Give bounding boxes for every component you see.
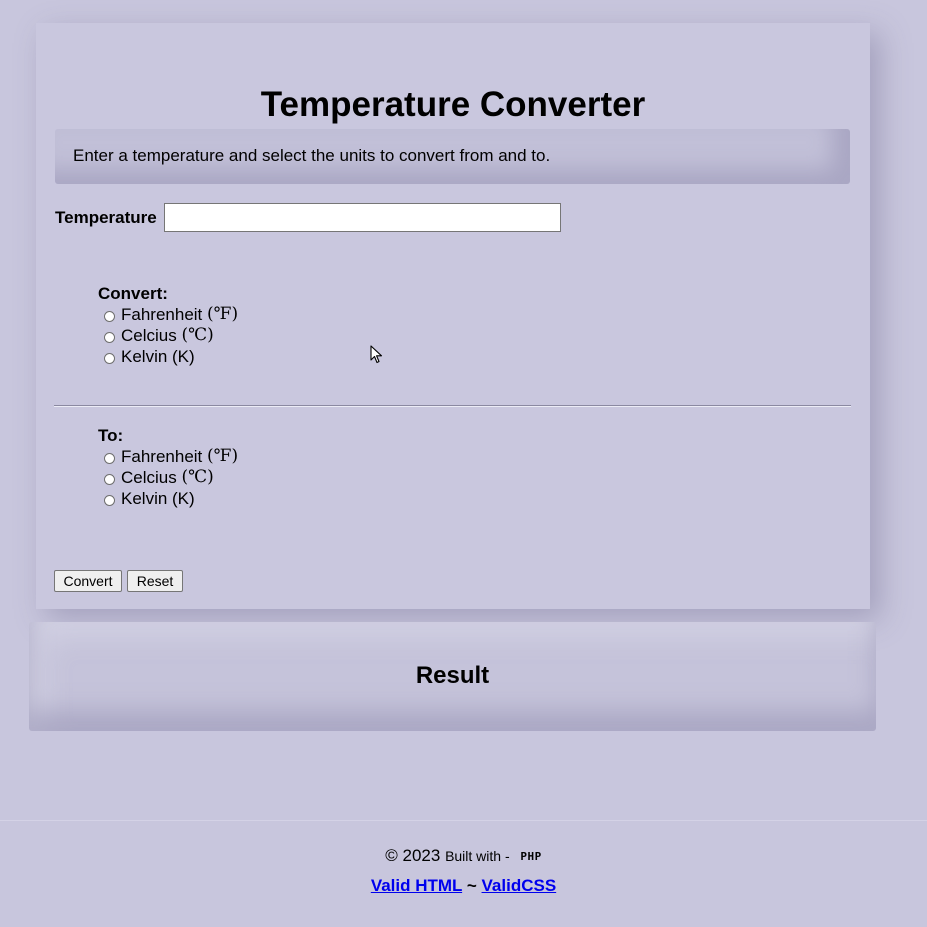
- to-option-kelvin[interactable]: Kelvin (K): [98, 488, 238, 509]
- from-radio-celcius[interactable]: [104, 332, 115, 343]
- page-title: Temperature Converter: [260, 85, 646, 124]
- built-with-text: Built with -: [445, 848, 510, 864]
- result-panel: Result: [29, 622, 876, 731]
- intro-text: Enter a temperature and select the units…: [73, 146, 551, 165]
- valid-css-link[interactable]: ValidCSS: [482, 876, 557, 895]
- from-option-kelvin[interactable]: Kelvin (K): [98, 346, 238, 367]
- to-symbol-celcius: (℃): [181, 467, 214, 487]
- page: Temperature Converter Enter a temperatur…: [0, 0, 927, 927]
- from-label-kelvin: Kelvin (K): [121, 347, 195, 366]
- footer-credit: © 2023 Built with - PHP: [0, 846, 927, 867]
- valid-html-link[interactable]: Valid HTML: [371, 876, 462, 895]
- temperature-label: Temperature: [55, 208, 157, 227]
- from-label-celcius: Celcius: [121, 326, 177, 345]
- to-radio-kelvin[interactable]: [104, 495, 115, 506]
- to-label-kelvin: Kelvin (K): [121, 489, 195, 508]
- to-option-fahrenheit[interactable]: Fahrenheit (℉): [98, 446, 238, 467]
- footer: © 2023 Built with - PHP Valid HTML ~ Val…: [0, 820, 927, 927]
- from-radio-fahrenheit[interactable]: [104, 311, 115, 322]
- php-logo: PHP: [520, 850, 542, 863]
- to-label-celcius: Celcius: [121, 468, 177, 487]
- section-divider: [54, 405, 851, 407]
- to-label-fahrenheit: Fahrenheit: [121, 447, 203, 466]
- convert-from-label: Convert:: [98, 284, 168, 303]
- reset-button[interactable]: Reset: [127, 570, 183, 592]
- result-title: Result: [415, 662, 490, 689]
- to-radio-fahrenheit[interactable]: [104, 453, 115, 464]
- convert-from-group: Convert: Fahrenheit (℉) Celcius (℃) Kelv…: [98, 283, 238, 367]
- convert-button[interactable]: Convert: [54, 570, 122, 592]
- to-option-celcius[interactable]: Celcius (℃): [98, 467, 238, 488]
- from-label-fahrenheit: Fahrenheit: [121, 305, 203, 324]
- to-radio-celcius[interactable]: [104, 474, 115, 485]
- footer-separator: ~: [466, 876, 477, 895]
- copyright-text: © 2023: [385, 846, 441, 865]
- to-symbol-fahrenheit: (℉): [207, 446, 239, 466]
- footer-validation-links: Valid HTML ~ ValidCSS: [0, 876, 927, 896]
- temperature-input[interactable]: [164, 203, 561, 232]
- mouse-cursor-icon: [370, 345, 383, 364]
- convert-to-label: To:: [98, 426, 124, 445]
- from-option-celcius[interactable]: Celcius (℃): [98, 325, 238, 346]
- from-symbol-celcius: (℃): [181, 325, 214, 345]
- converter-card: Temperature Converter Enter a temperatur…: [36, 23, 870, 609]
- from-symbol-fahrenheit: (℉): [207, 304, 239, 324]
- from-option-fahrenheit[interactable]: Fahrenheit (℉): [98, 304, 238, 325]
- from-radio-kelvin[interactable]: [104, 353, 115, 364]
- convert-to-group: To: Fahrenheit (℉) Celcius (℃) Kelvin (K…: [98, 425, 238, 509]
- intro-panel: Enter a temperature and select the units…: [55, 129, 850, 184]
